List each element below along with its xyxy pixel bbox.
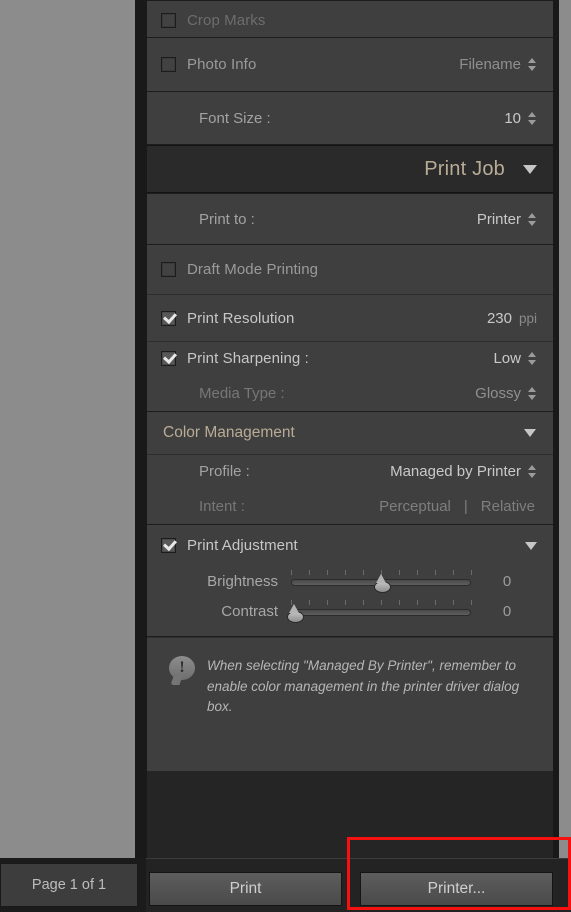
contrast-ticks (291, 600, 472, 606)
print-adjustment-header[interactable]: Print Adjustment (147, 525, 553, 566)
print-button[interactable]: Print (149, 872, 342, 906)
contrast-value[interactable]: 0 (481, 603, 533, 620)
font-size-label: Font Size : (199, 109, 271, 127)
print-job-panel-header[interactable]: Print Job (147, 145, 553, 193)
contrast-track[interactable] (287, 600, 472, 623)
profile-label: Profile : (199, 463, 250, 480)
color-management-note: When selecting "Managed By Printer", rem… (147, 637, 553, 771)
print-to-value[interactable]: Printer (477, 211, 521, 228)
page-indicator-label: Page 1 of 1 (31, 877, 107, 893)
note-text: When selecting "Managed By Printer", rem… (207, 656, 531, 771)
print-button-label: Print (229, 880, 262, 897)
photo-info-checkbox[interactable] (161, 57, 176, 72)
triangle-down-icon[interactable] (525, 541, 537, 550)
up-down-stepper-icon[interactable] (528, 211, 537, 228)
profile-value[interactable]: Managed by Printer (390, 463, 521, 480)
row-draft-mode[interactable]: Draft Mode Printing (147, 245, 553, 294)
row-print-resolution[interactable]: Print Resolution 230 ppi (147, 294, 553, 341)
color-management-title: Color Management (163, 424, 295, 441)
note-line-1: When selecting "Managed By Printer", rem… (207, 658, 516, 673)
up-down-stepper-icon[interactable] (528, 385, 537, 402)
intent-separator: | (463, 497, 468, 515)
note-line-2: enable color management in the printer d… (207, 678, 520, 715)
exclamation-bubble-icon (169, 656, 195, 680)
print-resolution-checkbox[interactable] (161, 310, 176, 326)
print-sharpening-checkbox[interactable] (161, 351, 176, 366)
print-job-title: Print Job (424, 157, 505, 180)
triangle-down-icon[interactable] (523, 164, 537, 174)
media-type-value[interactable]: Glossy (475, 385, 521, 402)
photo-info-section: Photo Info Filename (147, 38, 553, 92)
slider-contrast[interactable]: Contrast 0 (147, 596, 553, 626)
row-font-size[interactable]: Font Size : 10 (147, 92, 553, 144)
row-media-type[interactable]: Media Type : Glossy (147, 375, 553, 411)
brightness-label: Brightness (207, 572, 278, 590)
contrast-label: Contrast (221, 602, 278, 620)
brightness-track[interactable] (291, 570, 472, 593)
annotation-highlight-box (347, 837, 571, 910)
row-crop-marks[interactable]: Crop Marks (147, 3, 553, 37)
up-down-stepper-icon[interactable] (528, 56, 537, 73)
intent-option-perceptual[interactable]: Perceptual (379, 498, 451, 515)
print-sharpening-label: Print Sharpening : (187, 350, 309, 367)
draft-mode-checkbox[interactable] (161, 262, 176, 277)
print-resolution-label: Print Resolution (187, 309, 295, 327)
print-resolution-value[interactable]: 230 (487, 310, 512, 327)
row-profile[interactable]: Profile : Managed by Printer (147, 454, 553, 488)
row-print-sharpening[interactable]: Print Sharpening : Low (147, 341, 553, 375)
print-to-section: Print to : Printer (147, 193, 553, 245)
crop-marks-checkbox[interactable] (161, 12, 176, 28)
lightroom-print-module: Page Info Crop Marks Photo Info Filename… (0, 0, 571, 912)
photo-info-value[interactable]: Filename (459, 56, 521, 73)
up-down-stepper-icon[interactable] (528, 463, 537, 480)
window-right-margin (559, 0, 571, 858)
brightness-handle[interactable] (373, 574, 391, 593)
font-size-value[interactable]: 10 (504, 110, 521, 127)
print-adjustment-title: Print Adjustment (187, 537, 298, 554)
contrast-handle[interactable] (286, 604, 305, 623)
print-adjustment-section: Print Adjustment Brightness 0 Contrast 0 (147, 525, 553, 637)
color-management-section: Color Management Profile : Managed by Pr… (147, 412, 553, 525)
panel-left-gutter (135, 0, 147, 858)
right-panel: Page Info Crop Marks Photo Info Filename… (147, 0, 553, 858)
print-resolution-unit: ppi (518, 310, 537, 326)
up-down-stepper-icon[interactable] (528, 350, 537, 367)
intent-label: Intent : (199, 497, 245, 515)
print-adjustment-checkbox[interactable] (161, 538, 176, 553)
row-photo-info[interactable]: Photo Info Filename (147, 38, 553, 91)
photo-info-label: Photo Info (187, 56, 257, 73)
font-size-section: Font Size : 10 (147, 92, 553, 145)
slider-brightness[interactable]: Brightness 0 (147, 566, 553, 596)
print-sharpening-value[interactable]: Low (493, 350, 521, 367)
page-indicator: Page 1 of 1 (0, 863, 138, 907)
intent-option-relative[interactable]: Relative (481, 498, 535, 515)
print-to-label: Print to : (199, 210, 255, 228)
crop-marks-label: Crop Marks (187, 11, 266, 29)
media-type-label: Media Type : (199, 384, 285, 402)
brightness-value[interactable]: 0 (481, 573, 533, 590)
draft-mode-label: Draft Mode Printing (187, 261, 319, 278)
up-down-stepper-icon[interactable] (528, 110, 537, 127)
triangle-down-icon[interactable] (524, 429, 536, 437)
row-print-to[interactable]: Print to : Printer (147, 194, 553, 244)
contrast-bar (291, 609, 471, 616)
row-intent[interactable]: Intent : Perceptual | Relative (147, 488, 553, 524)
preview-canvas-area (0, 0, 135, 858)
page-section: Page Info Crop Marks (147, 0, 553, 38)
color-management-header[interactable]: Color Management (147, 412, 553, 454)
print-job-options-section: Draft Mode Printing Print Resolution 230… (147, 245, 553, 412)
